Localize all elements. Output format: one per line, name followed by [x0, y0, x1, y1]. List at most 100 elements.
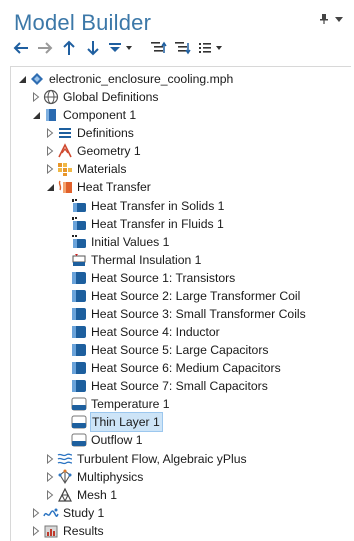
- turbulent-flow-icon: [57, 451, 73, 467]
- collapsed-toggle-icon[interactable]: [29, 522, 43, 540]
- tree-node-heat-source-3-small-transformer-coils[interactable]: Heat Source 3: Small Transformer Coils: [57, 305, 306, 323]
- expand-all-icon[interactable]: [174, 39, 192, 57]
- tree-node-geometry-1[interactable]: Geometry 1: [43, 142, 141, 160]
- tree-node-label: Heat Source 2: Large Transformer Coil: [91, 289, 301, 303]
- heat-source-icon: [71, 270, 87, 286]
- collapsed-toggle-icon[interactable]: [43, 486, 57, 504]
- toolbar: [12, 38, 224, 58]
- materials-icon: [57, 161, 73, 177]
- tree-node-label: Definitions: [77, 126, 134, 140]
- collapse-all-icon[interactable]: [150, 39, 168, 57]
- tree-node-heat-transfer-in-fluids-1[interactable]: Heat Transfer in Fluids 1: [57, 215, 224, 233]
- tree-node-materials[interactable]: Materials: [43, 160, 126, 178]
- heat-transfer-icon: [57, 179, 73, 195]
- expanded-toggle-icon[interactable]: [29, 106, 43, 124]
- expanded-toggle-icon[interactable]: [15, 70, 29, 88]
- pin-icon[interactable]: [320, 14, 328, 24]
- panel-menu-icon[interactable]: [334, 14, 344, 24]
- expanded-toggle-icon[interactable]: [43, 178, 57, 196]
- tree-node-label: Heat Transfer in Fluids 1: [91, 217, 224, 231]
- geometry-icon: [57, 143, 73, 159]
- tree-node-thermal-insulation-1[interactable]: Thermal Insulation 1: [57, 251, 201, 269]
- tree-node-label: Initial Values 1: [91, 235, 170, 249]
- component-icon: [43, 107, 59, 123]
- tree-node-label: Mesh 1: [77, 488, 117, 502]
- tree-node-label: Component 1: [63, 108, 137, 122]
- collapsed-toggle-icon[interactable]: [43, 450, 57, 468]
- collapsed-toggle-icon[interactable]: [43, 124, 57, 142]
- collapsed-toggle-icon[interactable]: [29, 504, 43, 522]
- tree-view-options-icon[interactable]: [198, 39, 224, 57]
- tree-node-label: Heat Source 4: Inductor: [91, 325, 220, 339]
- tree-node-turbulent-flow-algebraic-yplus[interactable]: Turbulent Flow, Algebraic yPlus: [43, 450, 247, 468]
- boundary-condition-icon: [71, 414, 87, 430]
- collapsed-toggle-icon[interactable]: [29, 88, 43, 106]
- forward-arrow-icon[interactable]: [36, 39, 54, 57]
- tree-node-thin-layer-1[interactable]: Thin Layer 1: [57, 412, 163, 432]
- collapsed-toggle-icon[interactable]: [43, 468, 57, 486]
- collapsed-toggle-icon[interactable]: [43, 142, 57, 160]
- tree-node-label: Heat Source 7: Small Capacitors: [91, 379, 268, 393]
- tree-node-temperature-1[interactable]: Temperature 1: [57, 395, 170, 413]
- model-file-icon: [29, 71, 45, 87]
- tree-node-component-1[interactable]: Component 1: [29, 106, 136, 124]
- tree-node-label: Outflow 1: [91, 433, 143, 447]
- tree-node-label: Geometry 1: [77, 144, 141, 158]
- tree-node-label: Thin Layer 1: [90, 412, 163, 432]
- tree-node-label: Materials: [77, 162, 127, 176]
- tree-node-global-definitions[interactable]: Global Definitions: [29, 88, 159, 106]
- boundary-condition-icon: [71, 396, 87, 412]
- tree-node-multiphysics[interactable]: Multiphysics: [43, 468, 143, 486]
- tree-node-heat-transfer-in-solids-1[interactable]: Heat Transfer in Solids 1: [57, 197, 224, 215]
- move-down-icon[interactable]: [84, 39, 102, 57]
- tree-node-results[interactable]: Results: [29, 522, 104, 540]
- tree-node-label: Heat Source 6: Medium Capacitors: [91, 361, 281, 375]
- tree-node-study-1[interactable]: Study 1: [29, 504, 104, 522]
- tree-node-heat-source-7-small-capacitors[interactable]: Heat Source 7: Small Capacitors: [57, 377, 268, 395]
- results-icon: [43, 523, 59, 539]
- back-arrow-icon[interactable]: [12, 39, 30, 57]
- heat-source-icon: [71, 342, 87, 358]
- tree-node-label: Heat Transfer: [77, 180, 151, 194]
- tree-node-mesh-1[interactable]: Mesh 1: [43, 486, 117, 504]
- tree-node-heat-source-5-large-capacitors[interactable]: Heat Source 5: Large Capacitors: [57, 341, 269, 359]
- collapsed-toggle-icon[interactable]: [43, 160, 57, 178]
- globe-icon: [43, 89, 59, 105]
- tree-node-heat-source-1-transistors[interactable]: Heat Source 1: Transistors: [57, 269, 235, 287]
- tree-node-label: Study 1: [63, 506, 105, 520]
- tree-node-label: Heat Source 3: Small Transformer Coils: [91, 307, 306, 321]
- tree-node-heat-transfer[interactable]: Heat Transfer: [43, 178, 151, 196]
- initial-values-icon: [71, 234, 87, 250]
- tree-node-electronic-enclosure-cooling-mph[interactable]: electronic_enclosure_cooling.mph: [15, 70, 233, 88]
- heat-source-icon: [71, 360, 87, 376]
- tree-node-initial-values-1[interactable]: Initial Values 1: [57, 233, 169, 251]
- tree-node-label: Global Definitions: [63, 90, 159, 104]
- heat-source-icon: [71, 288, 87, 304]
- study-icon: [43, 505, 59, 521]
- thermal-insulation-icon: [71, 252, 87, 268]
- move-up-icon[interactable]: [60, 39, 78, 57]
- tree-node-heat-source-4-inductor[interactable]: Heat Source 4: Inductor: [57, 323, 220, 341]
- tree-node-label: Multiphysics: [77, 470, 144, 484]
- tree-node-outflow-1[interactable]: Outflow 1: [57, 431, 142, 449]
- show-options-icon[interactable]: [108, 39, 134, 57]
- tree-node-heat-source-6-medium-capacitors[interactable]: Heat Source 6: Medium Capacitors: [57, 359, 281, 377]
- tree-node-definitions[interactable]: Definitions: [43, 124, 134, 142]
- tree-node-label: Heat Transfer in Solids 1: [91, 199, 225, 213]
- model-builder-panel: Model Builder electronic_enclosure_cooli…: [0, 0, 354, 541]
- tree-node-label: Temperature 1: [91, 397, 170, 411]
- tree-node-label: electronic_enclosure_cooling.mph: [49, 72, 234, 86]
- tree-node-label: Heat Source 5: Large Capacitors: [91, 343, 269, 357]
- tree-node-heat-source-2-large-transformer-coil[interactable]: Heat Source 2: Large Transformer Coil: [57, 287, 300, 305]
